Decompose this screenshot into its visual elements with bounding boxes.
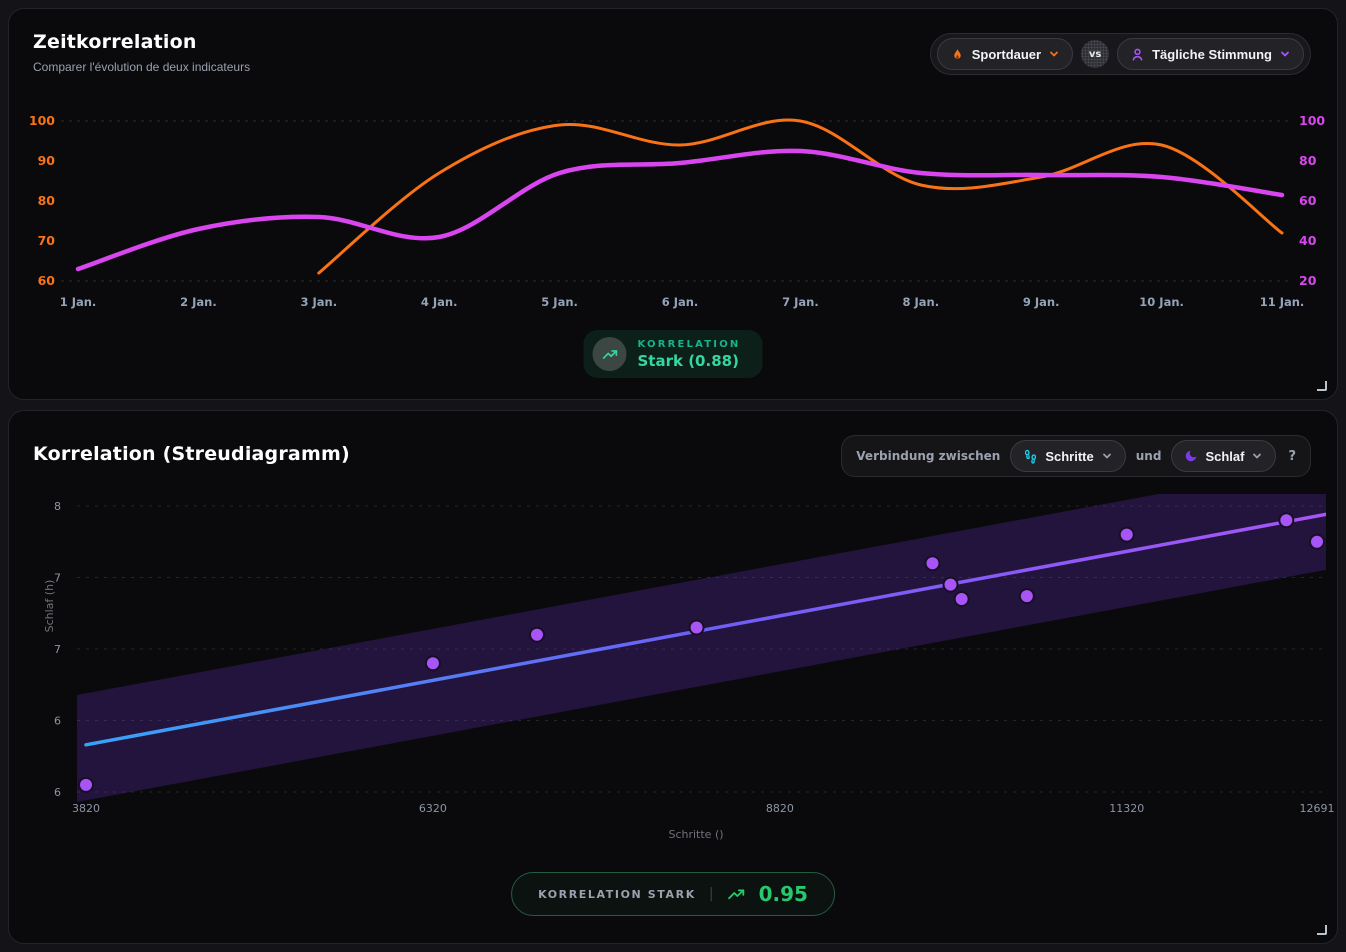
scatter-point[interactable] xyxy=(1120,528,1134,542)
x-axis-tick: 11 Jan. xyxy=(1260,295,1305,309)
metric1-dropdown[interactable]: Sportdauer xyxy=(937,38,1073,70)
right-axis-tick: 100 xyxy=(1299,113,1325,128)
x-axis-tick: 3 Jan. xyxy=(300,295,337,309)
series-right xyxy=(78,151,1282,269)
scatter-point[interactable] xyxy=(925,556,939,570)
y-axis-tick: 6 xyxy=(54,715,61,728)
scatter-point[interactable] xyxy=(426,656,440,670)
metric-switcher: Sportdauer vs Tägliche Stimmung xyxy=(930,33,1311,75)
metric2-dropdown[interactable]: Tägliche Stimmung xyxy=(1117,38,1304,70)
sleep-label: Schlaf xyxy=(1205,449,1244,464)
flame-icon xyxy=(950,47,965,62)
trending-up-icon xyxy=(593,337,627,371)
y-axis-tick: 7 xyxy=(54,643,61,656)
scatter-point[interactable] xyxy=(1020,589,1034,603)
x-axis-tick: 10 Jan. xyxy=(1139,295,1184,309)
steps-dropdown[interactable]: Schritte xyxy=(1010,440,1125,472)
x-axis-tick: 5 Jan. xyxy=(541,295,578,309)
moon-icon xyxy=(1184,449,1198,463)
metric2-label: Tägliche Stimmung xyxy=(1152,47,1272,62)
time-correlation-panel: Zeitkorrelation Comparer l'évolution de … xyxy=(8,8,1338,400)
trend-line xyxy=(86,514,1326,744)
correlation-badge: KORRELATION STARK | 0.95 xyxy=(511,872,835,916)
x-axis-label: Schritte () xyxy=(668,828,723,841)
connection-selector: Verbindung zwischen Schritte und xyxy=(841,435,1311,477)
x-axis-tick: 2 Jan. xyxy=(180,295,217,309)
x-axis-tick: 6320 xyxy=(419,802,447,815)
connection-prefix-label: Verbindung zwischen xyxy=(856,449,1000,463)
x-axis-tick: 8 Jan. xyxy=(902,295,939,309)
right-axis-tick: 40 xyxy=(1299,233,1317,248)
scatter-point[interactable] xyxy=(944,578,958,592)
y-axis-tick: 6 xyxy=(54,786,61,799)
correlation-badge: KORRELATION Stark (0.88) xyxy=(584,330,763,378)
right-axis-tick: 80 xyxy=(1299,153,1317,168)
left-axis-tick: 90 xyxy=(38,153,56,168)
chevron-down-icon xyxy=(1101,450,1113,462)
x-axis-tick: 12691 xyxy=(1300,802,1335,815)
correlation-label: KORRELATION STARK xyxy=(538,888,696,901)
left-axis-tick: 100 xyxy=(29,113,55,128)
x-axis-tick: 9 Jan. xyxy=(1023,295,1060,309)
help-icon[interactable]: ? xyxy=(1288,449,1296,464)
confidence-band xyxy=(77,491,1326,802)
scatter-correlation-panel: Korrelation (Streudiagramm) Verbindung z… xyxy=(8,410,1338,944)
x-axis-tick: 11320 xyxy=(1109,802,1144,815)
scatter-point[interactable] xyxy=(690,621,704,635)
x-axis-tick: 4 Jan. xyxy=(421,295,458,309)
resize-handle-icon[interactable] xyxy=(1317,925,1327,935)
time-series-chart[interactable]: 100 90 80 70 60 100 80 60 40 20 1 Jan. 2 Jan. 3 Jan.… xyxy=(9,106,1339,321)
chevron-down-icon xyxy=(1279,48,1291,60)
y-axis-tick: 8 xyxy=(54,500,61,513)
page-subtitle: Comparer l'évolution de deux indicateurs xyxy=(33,60,250,74)
right-axis-tick: 60 xyxy=(1299,193,1317,208)
scatter-point[interactable] xyxy=(530,628,544,642)
resize-handle-icon[interactable] xyxy=(1317,381,1327,391)
chevron-down-icon xyxy=(1048,48,1060,60)
correlation-label: KORRELATION xyxy=(638,339,741,350)
dashboard: Zeitkorrelation Comparer l'évolution de … xyxy=(0,0,1346,952)
scatter-point[interactable] xyxy=(1279,513,1293,527)
correlation-value: 0.95 xyxy=(759,882,808,906)
person-icon xyxy=(1130,47,1145,62)
page-title: Zeitkorrelation xyxy=(33,31,250,53)
correlation-value: Stark (0.88) xyxy=(638,352,741,370)
scatter-point[interactable] xyxy=(1310,535,1324,549)
y-axis-label: Schlaf (h) xyxy=(43,580,56,633)
x-axis-tick: 1 Jan. xyxy=(60,295,97,309)
scatter-panel-title: Korrelation (Streudiagramm) xyxy=(33,443,350,465)
x-axis-tick: 6 Jan. xyxy=(662,295,699,309)
sleep-dropdown[interactable]: Schlaf xyxy=(1171,440,1276,472)
metric1-label: Sportdauer xyxy=(972,47,1041,62)
left-axis-tick: 60 xyxy=(38,273,56,288)
chevron-down-icon xyxy=(1251,450,1263,462)
panel1-header: Zeitkorrelation Comparer l'évolution de … xyxy=(33,31,250,74)
conjunction-label: und xyxy=(1136,449,1162,463)
x-axis-tick: 7 Jan. xyxy=(782,295,819,309)
scatter-point[interactable] xyxy=(955,592,969,606)
steps-label: Schritte xyxy=(1045,449,1093,464)
left-axis-tick: 70 xyxy=(38,233,56,248)
footprints-icon xyxy=(1023,449,1038,464)
badge-divider: | xyxy=(709,886,714,902)
scatter-chart[interactable]: 877663820632088201132012691Schlaf (h)Sch… xyxy=(9,491,1339,851)
trending-up-icon xyxy=(727,887,746,902)
right-axis-tick: 20 xyxy=(1299,273,1317,288)
scatter-point[interactable] xyxy=(79,778,93,792)
x-axis-tick: 8820 xyxy=(766,802,794,815)
left-axis-tick: 80 xyxy=(38,193,56,208)
series-left xyxy=(319,120,1282,273)
vs-badge: vs xyxy=(1081,40,1109,68)
x-axis-tick: 3820 xyxy=(72,802,100,815)
